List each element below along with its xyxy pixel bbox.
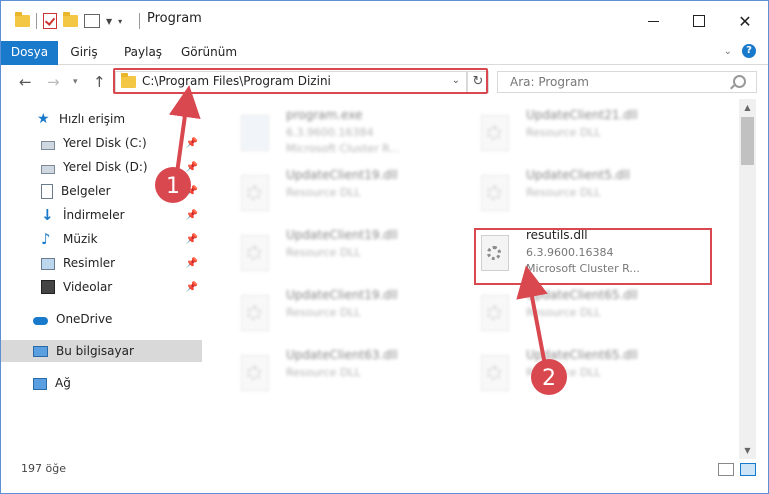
explorer-window: ▼ ▾ Program ✕ Dosya Giriş Paylaş Görünüm…: [0, 0, 769, 494]
annotation-label-1: 1: [166, 174, 180, 199]
annotation-label-2: 2: [542, 366, 556, 391]
annotation-arrow-1: [168, 85, 201, 175]
annotation-arrow-2: [516, 265, 548, 367]
annotation-overlay: 1 2: [155, 85, 567, 395]
